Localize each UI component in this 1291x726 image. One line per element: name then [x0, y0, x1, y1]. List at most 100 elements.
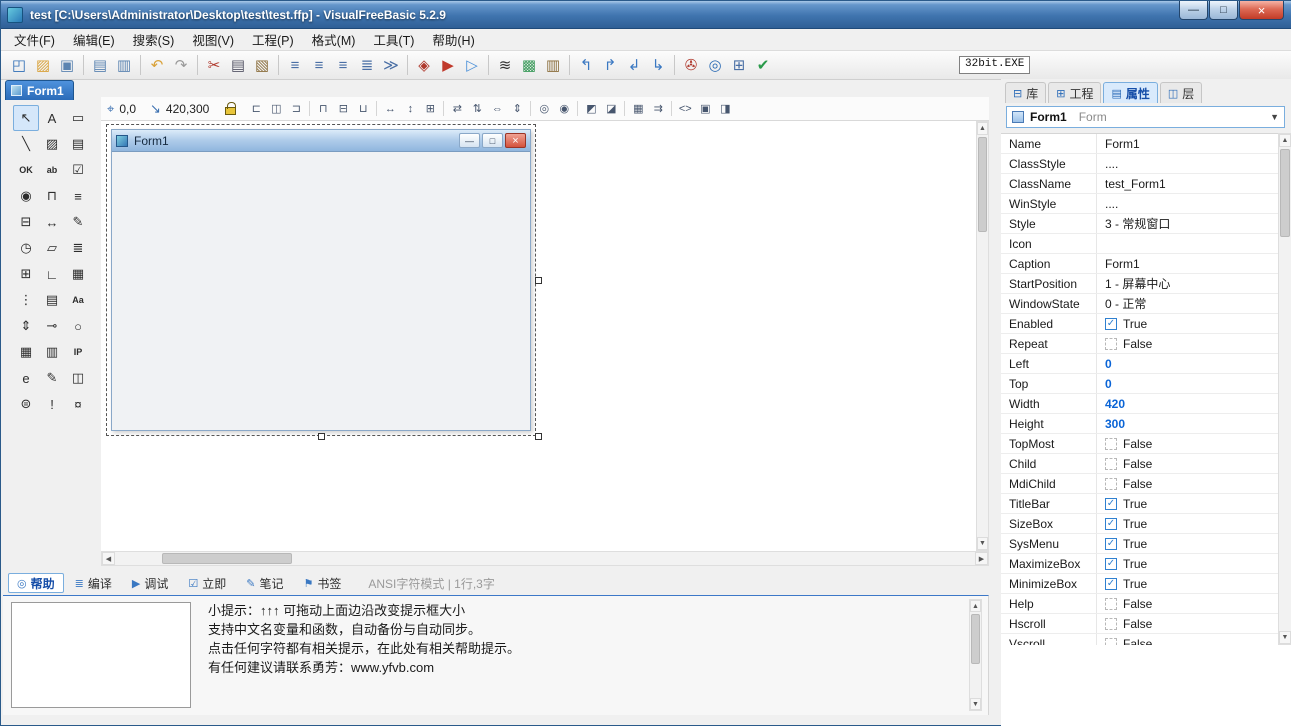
property-row[interactable]: CaptionForm1 [1001, 254, 1278, 274]
property-row[interactable]: MdiChildFalse [1001, 474, 1278, 494]
menu-item[interactable]: 工程(P) [243, 30, 303, 50]
database-tool-icon[interactable]: ⊜ [13, 391, 39, 417]
tab-order-icon[interactable]: ⇉ [648, 100, 668, 118]
property-row[interactable]: Icon [1001, 234, 1278, 254]
menu-item[interactable]: 工具(T) [364, 30, 423, 50]
scroll-up-icon[interactable]: ▲ [977, 122, 988, 135]
scroll-up-icon[interactable]: ▲ [1279, 134, 1291, 147]
picture-tool-icon[interactable]: ▨ [39, 131, 65, 157]
jump-next-icon[interactable]: ↲ [622, 54, 646, 77]
checkbox-tool-icon[interactable]: ☑ [65, 157, 91, 183]
label-tool-icon[interactable]: A [39, 105, 65, 131]
property-value[interactable]: ✓True [1097, 314, 1278, 333]
richtext-tool-icon[interactable]: Aa [65, 287, 91, 313]
scroll-down-icon[interactable]: ▼ [977, 537, 988, 550]
jump-last-icon[interactable]: ↳ [646, 54, 670, 77]
property-row[interactable]: MinimizeBox✓True [1001, 574, 1278, 594]
page-tool-icon[interactable]: ▱ [39, 235, 65, 261]
help-scrollbar[interactable]: ▲ ▼ [969, 599, 982, 711]
indent-icon[interactable]: ≫ [379, 54, 403, 77]
window-grid-icon[interactable]: ⊞ [727, 54, 751, 77]
jump-first-icon[interactable]: ↰ [574, 54, 598, 77]
scroll-right-icon[interactable]: ▶ [975, 552, 988, 565]
property-row[interactable]: RepeatFalse [1001, 334, 1278, 354]
tab-library[interactable]: ⊟库 [1005, 82, 1046, 103]
space-evenly-vertical-icon[interactable]: ⇅ [467, 100, 487, 118]
property-value[interactable]: ✓True [1097, 514, 1278, 533]
open-project-icon[interactable]: ▨ [31, 54, 55, 77]
property-row[interactable]: WinStyle.... [1001, 194, 1278, 214]
canvas-horizontal-scrollbar[interactable]: ◀ ▶ [101, 551, 989, 566]
make-same-size-icon[interactable]: ⊞ [420, 100, 440, 118]
properties-scroll-thumb[interactable] [1280, 149, 1290, 237]
scroll-up-icon[interactable]: ▲ [970, 600, 981, 612]
property-value[interactable]: Form1 [1097, 134, 1278, 153]
designed-form-maximize-button[interactable]: □ [482, 133, 503, 148]
webbrowser-tool-icon[interactable]: e [13, 365, 39, 391]
run-icon[interactable]: ▶ [436, 54, 460, 77]
property-value[interactable]: False [1097, 454, 1278, 473]
checkbox-unchecked-icon[interactable] [1105, 478, 1117, 490]
clipboard-tool-icon[interactable]: ▤ [65, 131, 91, 157]
property-value[interactable] [1097, 234, 1278, 253]
property-row[interactable]: TitleBar✓True [1001, 494, 1278, 514]
property-value[interactable]: 420 [1097, 394, 1278, 413]
align-center-icon[interactable]: ≡ [307, 54, 331, 77]
redo-icon[interactable]: ↷ [169, 54, 193, 77]
jump-prev-icon[interactable]: ↱ [598, 54, 622, 77]
send-to-back-icon[interactable]: ◪ [601, 100, 621, 118]
align-bottom-edges-icon[interactable]: ⊔ [353, 100, 373, 118]
property-row[interactable]: Left0 [1001, 354, 1278, 374]
angle-ruler-tool-icon[interactable]: ∟ [39, 261, 65, 287]
scroll-left-icon[interactable]: ◀ [102, 552, 115, 565]
designed-form-close-button[interactable]: × [505, 133, 526, 148]
property-value[interactable]: Form1 [1097, 254, 1278, 273]
property-value[interactable]: ✓True [1097, 574, 1278, 593]
tab-immediate[interactable]: ☑立即 [179, 573, 235, 593]
textbox-tool-icon[interactable]: ab [39, 157, 65, 183]
updown-tool-icon[interactable]: ⇕ [13, 313, 39, 339]
tabcontrol-tool-icon[interactable]: ◫ [65, 365, 91, 391]
copy-icon[interactable]: ▤ [226, 54, 250, 77]
maximize-button[interactable]: □ [1209, 1, 1238, 20]
document-tool-icon[interactable]: ≣ [65, 235, 91, 261]
tab-layers[interactable]: ◫层 [1160, 82, 1202, 103]
designed-form-body[interactable] [112, 152, 530, 430]
property-row[interactable]: HelpFalse [1001, 594, 1278, 614]
increase-spacing-icon[interactable]: ⇔ [487, 100, 507, 118]
save-icon[interactable]: ▣ [55, 54, 79, 77]
space-evenly-horizontal-icon[interactable]: ⇄ [447, 100, 467, 118]
make-same-height-icon[interactable]: ↕ [400, 100, 420, 118]
property-row[interactable]: WindowState0 - 正常 [1001, 294, 1278, 314]
object-selector[interactable]: Form1 Form ▼ [1006, 106, 1285, 128]
property-row[interactable]: Height300 [1001, 414, 1278, 434]
save-all-icon[interactable]: ▤ [88, 54, 112, 77]
grid-tool-icon[interactable]: ▦ [65, 261, 91, 287]
align-middles-vertical-icon[interactable]: ⊟ [333, 100, 353, 118]
canvas-hscroll-thumb[interactable] [162, 553, 292, 564]
tab-properties[interactable]: ▤属性 [1103, 82, 1157, 103]
property-value[interactable]: False [1097, 594, 1278, 613]
scrollbar-tool-icon[interactable]: ↔ [39, 209, 65, 235]
menu-item[interactable]: 帮助(H) [423, 30, 483, 50]
checkbox-unchecked-icon[interactable] [1105, 458, 1117, 470]
property-row[interactable]: Top0 [1001, 374, 1278, 394]
list-format-icon[interactable]: ≣ [355, 54, 379, 77]
property-value[interactable]: False [1097, 334, 1278, 353]
property-value[interactable]: 1 - 屏幕中心 [1097, 274, 1278, 293]
property-row[interactable]: Width420 [1001, 394, 1278, 414]
build-icon[interactable]: ◈ [412, 54, 436, 77]
tab-help[interactable]: ◎帮助 [8, 573, 64, 593]
align-left-edges-icon[interactable]: ⊏ [246, 100, 266, 118]
align-centers-horizontal-icon[interactable]: ◫ [266, 100, 286, 118]
property-value[interactable]: False [1097, 614, 1278, 633]
property-value[interactable]: 3 - 常规窗口 [1097, 214, 1278, 233]
checkbox-unchecked-icon[interactable] [1105, 438, 1117, 450]
resize-handle-right[interactable] [535, 277, 542, 284]
center-vertical-in-form-icon[interactable]: ◉ [554, 100, 574, 118]
menu-item[interactable]: 编辑(E) [64, 30, 124, 50]
view-code-icon[interactable]: <> [675, 100, 695, 118]
designed-form-selection[interactable]: Form1 — □ × [111, 129, 531, 431]
align-left-icon[interactable]: ≡ [283, 54, 307, 77]
line-tool-icon[interactable]: ╲ [13, 131, 39, 157]
